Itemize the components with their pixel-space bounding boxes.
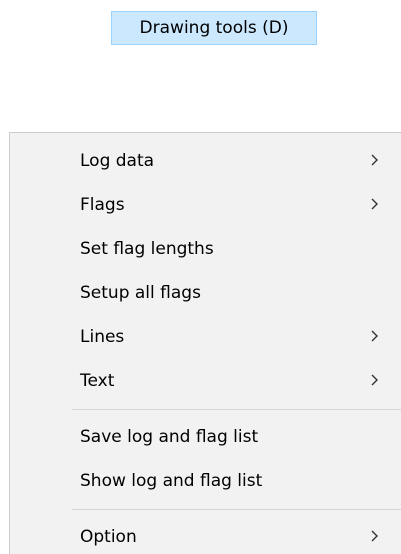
menu-item-label: Log data xyxy=(80,151,155,171)
chevron-right-icon xyxy=(371,374,378,386)
menu-item-label: Text xyxy=(80,371,115,391)
chevron-right-icon xyxy=(371,154,378,166)
menu-item-set-flag-lengths[interactable]: Set flag lengths xyxy=(10,227,401,271)
menu-item-lines[interactable]: Lines xyxy=(10,315,401,359)
menu-item-text[interactable]: Text xyxy=(10,359,401,403)
drawing-tools-label: Drawing tools (D) xyxy=(139,18,289,38)
menu-item-flags[interactable]: Flags xyxy=(10,183,401,227)
menu-item-show-log-and-flag-list[interactable]: Show log and flag list xyxy=(10,459,401,503)
menu-item-label: Show log and flag list xyxy=(80,471,263,491)
menu-item-log-data[interactable]: Log data xyxy=(10,139,401,183)
screen: Drawing tools (D) Log data Flags Set fla… xyxy=(0,0,401,554)
menu-item-label: Flags xyxy=(80,195,125,215)
menu-item-label: Option xyxy=(80,527,137,547)
drawing-tools-button[interactable]: Drawing tools (D) xyxy=(111,11,317,45)
menu-item-save-log-and-flag-list[interactable]: Save log and flag list xyxy=(10,415,401,459)
chevron-right-icon xyxy=(371,198,378,210)
chevron-right-icon xyxy=(371,330,378,342)
menu-item-label: Set flag lengths xyxy=(80,239,214,259)
menu-item-label: Save log and flag list xyxy=(80,427,259,447)
chevron-right-icon xyxy=(371,530,378,542)
menu-separator xyxy=(72,409,401,410)
context-menu: Log data Flags Set flag lengths Setup al… xyxy=(9,132,401,554)
menu-item-label: Lines xyxy=(80,327,125,347)
menu-item-label: Setup all flags xyxy=(80,283,201,303)
menu-separator xyxy=(72,509,401,510)
menu-item-setup-all-flags[interactable]: Setup all flags xyxy=(10,271,401,315)
menu-item-option[interactable]: Option xyxy=(10,515,401,554)
